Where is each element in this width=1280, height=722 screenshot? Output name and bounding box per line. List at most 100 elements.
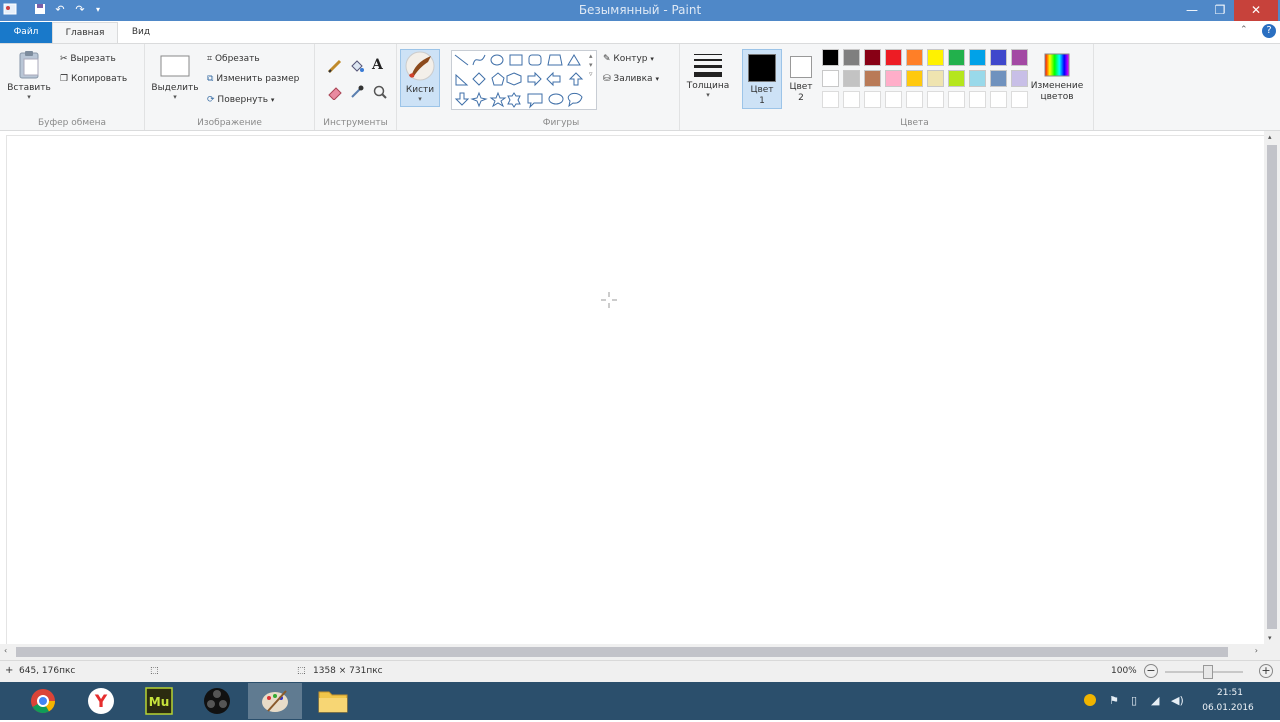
obs-icon <box>204 688 230 714</box>
palette-swatch[interactable] <box>969 70 986 87</box>
color-picker-icon[interactable] <box>349 84 365 103</box>
minimize-button[interactable]: — <box>1178 0 1206 21</box>
color2-label-line2: 2 <box>798 93 804 103</box>
horizontal-scroll-thumb[interactable] <box>16 647 1228 657</box>
pencil-icon[interactable] <box>327 58 343 77</box>
chrome-taskbar-button[interactable] <box>16 683 70 719</box>
rotate-button[interactable]: ⟳ Повернуть ▾ <box>207 95 274 105</box>
crosshair-cursor-icon <box>600 291 618 312</box>
select-button[interactable]: Выделить ▾ <box>149 54 201 101</box>
palette-swatch[interactable] <box>843 70 860 87</box>
fill-button[interactable]: ⛁ Заливка ▾ <box>603 74 659 84</box>
palette-swatch[interactable] <box>927 70 944 87</box>
magnifier-icon[interactable] <box>372 84 388 103</box>
copy-button[interactable]: ❐ Копировать <box>60 74 127 84</box>
fill-bucket-icon[interactable] <box>349 58 365 77</box>
zoom-in-icon[interactable]: + <box>1259 664 1273 678</box>
muse-taskbar-button[interactable]: Mu <box>132 683 186 719</box>
edit-colors-button[interactable]: Изменение цветов <box>1026 52 1088 103</box>
palette-swatch[interactable] <box>906 49 923 66</box>
collapse-ribbon-icon[interactable]: ⌃ <box>1240 25 1248 35</box>
status-bar: + 645, 176пкс ⬚ ⬚ 1358 × 731пкс 100% − + <box>0 660 1280 682</box>
tab-home[interactable]: Главная <box>52 22 118 43</box>
network-icon[interactable]: ◢ <box>1151 694 1159 707</box>
palette-swatch[interactable] <box>990 49 1007 66</box>
action-center-flag-icon[interactable]: ⚑ <box>1109 694 1119 707</box>
custom-color-slot[interactable] <box>906 91 923 108</box>
ribbon: Вставить ▾ ✂ Вырезать ❐ Копировать Буфер… <box>0 43 1280 131</box>
window-title: Безымянный - Paint <box>578 3 702 17</box>
vertical-scrollbar[interactable]: ▴ ▾ <box>1264 131 1280 644</box>
obs-taskbar-button[interactable] <box>190 683 244 719</box>
fill-label: Заливка <box>613 74 653 84</box>
cut-button[interactable]: ✂ Вырезать <box>60 54 116 64</box>
clock-time[interactable]: 21:51 <box>1200 688 1260 698</box>
zoom-slider-thumb[interactable] <box>1203 665 1213 679</box>
tab-file[interactable]: Файл <box>0 22 52 43</box>
brushes-label: Кисти <box>405 85 435 95</box>
palette-swatch[interactable] <box>885 49 902 66</box>
tab-view[interactable]: Вид <box>118 22 164 43</box>
palette-swatch[interactable] <box>990 70 1007 87</box>
custom-color-slot[interactable] <box>822 91 839 108</box>
shapes-scroll-icon[interactable]: ▴ ▾ ▿ <box>589 52 593 79</box>
usb-device-icon[interactable]: ▯ <box>1131 694 1137 707</box>
palette-swatch[interactable] <box>885 70 902 87</box>
volume-icon[interactable]: ◀) <box>1171 694 1184 707</box>
scroll-down-icon[interactable]: ▾ <box>1268 634 1272 642</box>
line-thickness-icon <box>694 54 722 77</box>
palette-swatch[interactable] <box>927 49 944 66</box>
color1-button[interactable]: Цвет 1 <box>742 49 782 109</box>
palette-swatch[interactable] <box>822 70 839 87</box>
vertical-scroll-thumb[interactable] <box>1267 145 1277 629</box>
brushes-button[interactable]: Кисти ▾ <box>400 49 440 107</box>
custom-color-slot[interactable] <box>948 91 965 108</box>
scroll-left-icon[interactable]: ‹ <box>4 646 7 655</box>
eraser-icon[interactable] <box>327 84 343 103</box>
zoom-out-icon[interactable]: − <box>1144 664 1158 678</box>
scroll-up-icon[interactable]: ▴ <box>1268 133 1272 141</box>
custom-color-slot[interactable] <box>864 91 881 108</box>
custom-color-slot[interactable] <box>990 91 1007 108</box>
drawing-canvas[interactable] <box>6 135 1264 644</box>
crop-button[interactable]: ⌗ Обрезать <box>207 54 260 64</box>
chevron-down-icon: ▾ <box>706 91 710 99</box>
chevron-down-icon: ▾ <box>418 95 422 103</box>
paste-button[interactable]: Вставить ▾ <box>4 50 54 101</box>
title-bar: ↶ ↷ ▾ Безымянный - Paint — ❐ ✕ <box>0 0 1280 21</box>
size-button[interactable]: Толщина ▾ <box>684 52 732 99</box>
close-button[interactable]: ✕ <box>1234 0 1278 21</box>
custom-color-slot[interactable] <box>927 91 944 108</box>
custom-color-slot[interactable] <box>969 91 986 108</box>
explorer-taskbar-button[interactable] <box>306 683 360 719</box>
help-icon[interactable]: ? <box>1262 24 1276 38</box>
notification-icon[interactable] <box>1083 693 1097 710</box>
palette-swatch[interactable] <box>906 70 923 87</box>
paint-taskbar-button[interactable] <box>248 683 302 719</box>
outline-button[interactable]: ✎ Контур ▾ <box>603 54 654 64</box>
maximize-button[interactable]: ❐ <box>1206 0 1234 21</box>
scroll-right-icon[interactable]: › <box>1255 646 1258 655</box>
custom-color-slot[interactable] <box>885 91 902 108</box>
canvas-size-icon: ⬚ <box>297 666 306 676</box>
palette-swatch[interactable] <box>822 49 839 66</box>
color2-button[interactable]: Цвет 2 <box>784 49 818 109</box>
canvas-size: 1358 × 731пкс <box>313 666 383 676</box>
palette-swatch[interactable] <box>969 49 986 66</box>
horizontal-scrollbar[interactable]: ‹ › <box>0 644 1264 660</box>
palette-swatch[interactable] <box>948 70 965 87</box>
edit-colors-label-line1: Изменение <box>1030 81 1084 91</box>
text-tool-icon[interactable]: A <box>372 57 383 73</box>
workspace <box>0 131 1264 644</box>
clipboard-group: Вставить ▾ ✂ Вырезать ❐ Копировать Буфер… <box>0 44 145 130</box>
shapes-gallery[interactable] <box>451 50 597 110</box>
yandex-taskbar-button[interactable]: Y <box>74 683 128 719</box>
custom-color-slot[interactable] <box>843 91 860 108</box>
clock-date[interactable]: 06.01.2016 <box>1196 703 1260 713</box>
palette-swatch[interactable] <box>948 49 965 66</box>
resize-button[interactable]: ⧉ Изменить размер <box>207 74 299 84</box>
palette-swatch[interactable] <box>864 70 881 87</box>
palette-swatch[interactable] <box>843 49 860 66</box>
color-palette <box>822 49 1032 111</box>
palette-swatch[interactable] <box>864 49 881 66</box>
